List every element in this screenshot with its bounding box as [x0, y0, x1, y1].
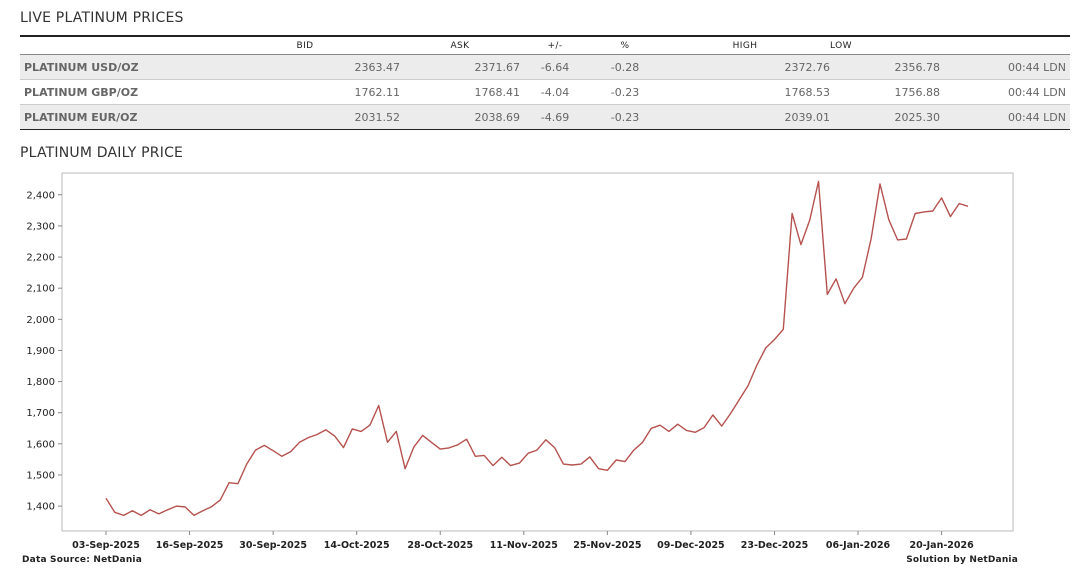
y-tick-label: 2,000 [26, 315, 55, 326]
cell-change: -6.64 [520, 54, 590, 80]
header-time [940, 36, 1070, 55]
x-tick-label: 03-Sep-2025 [72, 540, 140, 551]
x-tick-label: 25-Nov-2025 [573, 540, 641, 551]
y-tick-label: 1,400 [26, 502, 55, 513]
table-row: PLATINUM USD/OZ 2363.47 2371.67 -6.64 -0.28 2… [20, 54, 1070, 80]
y-tick-label: 2,200 [26, 253, 55, 264]
price-line [105, 180, 969, 517]
cell-time: 00:44 LDN [940, 104, 1070, 130]
y-tick-label: 1,600 [26, 439, 55, 450]
daily-price-title: PLATINUM DAILY PRICE [20, 145, 184, 161]
x-tick-label: 06-Jan-2026 [826, 540, 891, 551]
y-tick-label: 1,700 [26, 408, 55, 419]
chart-svg: 1,400 1,500 1,600 1,700 1,800 1,900 2,000 2,100… [26, 172, 1014, 551]
cell-ask: 2038.69 [400, 104, 520, 130]
header-ask: ASK [400, 36, 520, 55]
daily-price-chart: 1,400 1,500 1,600 1,700 1,800 1,900 2,000 2,100… [0, 165, 1080, 576]
x-tick-label: 23-Dec-2025 [741, 540, 809, 551]
y-tick-label: 2,300 [26, 221, 55, 232]
x-tick-label: 14-Oct-2025 [324, 540, 390, 551]
cell-bid: 2031.52 [210, 104, 400, 130]
x-tick-label: 16-Sep-2025 [156, 540, 224, 551]
header-low: LOW [830, 36, 940, 55]
x-tick-label: 11-Nov-2025 [490, 540, 558, 551]
y-tick-label: 2,400 [26, 190, 55, 201]
cell-name: PLATINUM USD/OZ [20, 54, 210, 80]
cell-low: 2025.30 [830, 104, 940, 130]
cell-name: PLATINUM EUR/OZ [20, 104, 210, 130]
cell-low: 2356.78 [830, 54, 940, 80]
solution-note: Solution by NetDania [906, 555, 1018, 565]
cell-ask: 2371.67 [400, 54, 520, 80]
plot-frame [61, 172, 1014, 532]
y-tick-label: 1,800 [26, 377, 55, 388]
table-header-row: BID ASK +/-% HIGH LOW [20, 36, 1070, 55]
cell-pct: -0.23 [590, 104, 660, 130]
cell-pct: -0.23 [590, 79, 660, 105]
y-tick-label: 1,900 [26, 346, 55, 357]
cell-high: 1768.53 [660, 79, 830, 105]
cell-low: 1756.88 [830, 79, 940, 105]
cell-bid: 2363.47 [210, 54, 400, 80]
y-tick-label: 2,100 [26, 284, 55, 295]
y-tick-label: 1,500 [26, 470, 55, 481]
cell-change: -4.69 [520, 104, 590, 130]
table-body: PLATINUM USD/OZ 2363.47 2371.67 -6.64 -0.28 2… [20, 54, 1070, 130]
table-row: PLATINUM GBP/OZ 1762.11 1768.41 -4.04 -0.23 1… [20, 79, 1070, 105]
cell-high: 2372.76 [660, 54, 830, 80]
header-bid: BID [210, 36, 400, 55]
x-tick-label: 20-Jan-2026 [909, 540, 974, 551]
cell-time: 00:44 LDN [940, 79, 1070, 105]
cell-name: PLATINUM GBP/OZ [20, 79, 210, 105]
x-tick-label: 09-Dec-2025 [657, 540, 725, 551]
header-name [20, 36, 210, 55]
x-tick-label: 28-Oct-2025 [407, 540, 473, 551]
cell-time: 00:44 LDN [940, 54, 1070, 80]
cell-ask: 1768.41 [400, 79, 520, 105]
header-change: +/- [520, 36, 590, 55]
header-high: HIGH [660, 36, 830, 55]
data-source-note: Data Source: NetDania [22, 555, 142, 565]
header-pct: % [590, 36, 660, 55]
live-prices-title: LIVE PLATINUM PRICES [20, 10, 184, 26]
x-tick-label: 30-Sep-2025 [239, 540, 307, 551]
cell-bid: 1762.11 [210, 79, 400, 105]
cell-change: -4.04 [520, 79, 590, 105]
cell-high: 2039.01 [660, 104, 830, 130]
live-prices-table: BID ASK +/-% HIGH LOW PLATINUM USD/OZ 2363.47… [20, 35, 1070, 130]
cell-pct: -0.28 [590, 54, 660, 80]
table-row: PLATINUM EUR/OZ 2031.52 2038.69 -4.69 -0.23 2… [20, 104, 1070, 130]
